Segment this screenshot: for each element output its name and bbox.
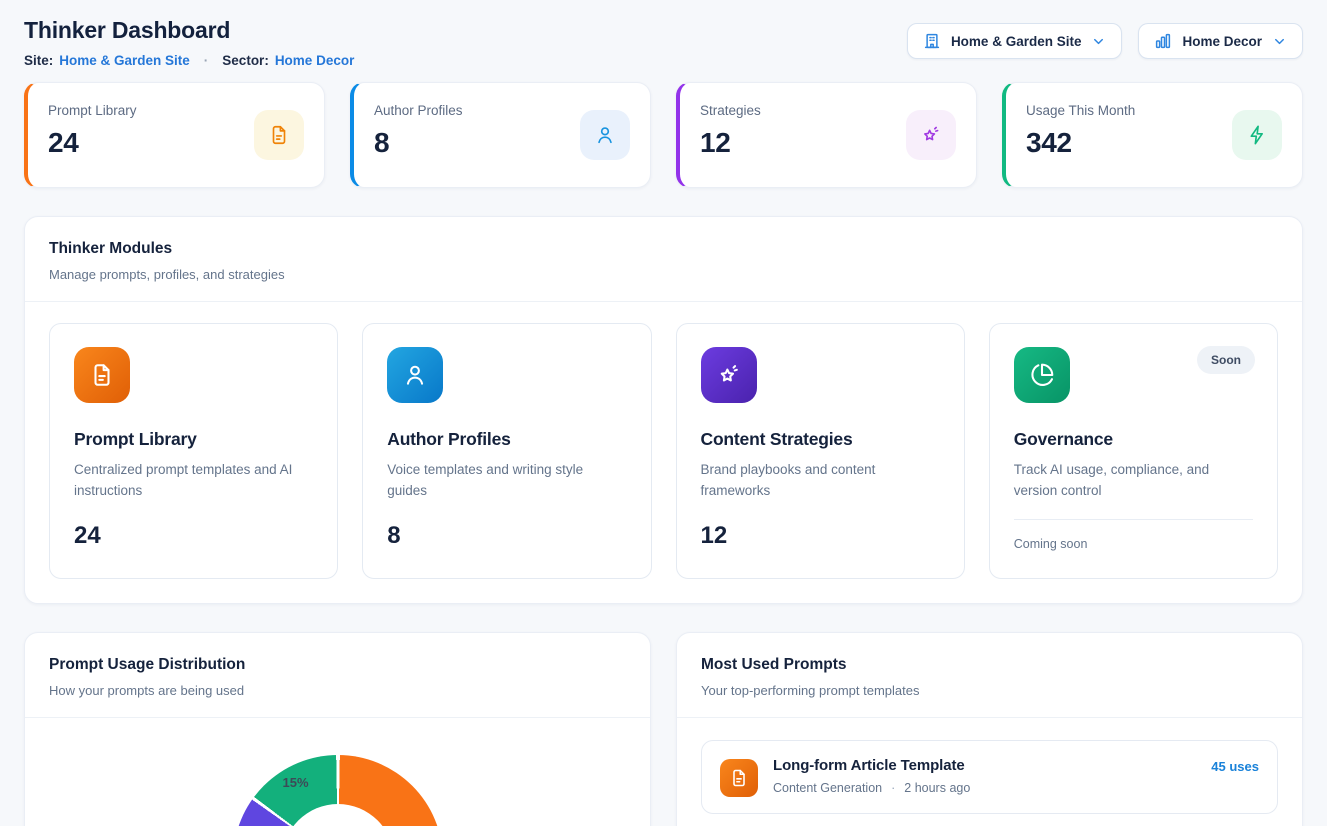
module-stat: 24	[74, 522, 313, 550]
coming-soon-text: Coming soon	[1014, 537, 1253, 551]
bar-chart-icon	[1154, 32, 1172, 50]
prompt-item-category: Content Generation	[773, 781, 882, 795]
site-label: Site:	[24, 53, 53, 68]
chevron-down-icon	[1272, 34, 1287, 49]
chevron-down-icon	[1091, 34, 1106, 49]
module-card-author-profiles[interactable]: Author Profiles Voice templates and writ…	[362, 323, 651, 579]
prompt-list-item[interactable]: Long-form Article Template Content Gener…	[701, 740, 1278, 814]
stat-card-prompt-library: Prompt Library 24	[24, 82, 325, 188]
module-title: Governance	[1014, 429, 1253, 450]
usage-card-title: Prompt Usage Distribution	[49, 656, 626, 674]
usage-card-subtitle: How your prompts are being used	[49, 683, 626, 698]
usage-donut: 15%	[233, 755, 443, 826]
prompt-item-uses: 45 uses	[1211, 759, 1259, 774]
module-title: Author Profiles	[387, 429, 626, 450]
prompts-card-title: Most Used Prompts	[701, 656, 1278, 674]
user-icon	[580, 110, 630, 160]
modules-panel-subtitle: Manage prompts, profiles, and strategies	[49, 267, 1278, 282]
module-description: Voice templates and writing style guides	[387, 460, 626, 502]
stat-card-author-profiles: Author Profiles 8	[350, 82, 651, 188]
thinker-modules-panel: Thinker Modules Manage prompts, profiles…	[24, 216, 1303, 604]
modules-panel-title: Thinker Modules	[49, 240, 1278, 258]
prompt-list: Long-form Article Template Content Gener…	[677, 718, 1302, 826]
document-icon	[720, 759, 758, 797]
prompts-card-subtitle: Your top-performing prompt templates	[701, 683, 1278, 698]
module-title: Content Strategies	[701, 429, 940, 450]
sector-dropdown[interactable]: Home Decor	[1138, 23, 1303, 59]
module-stat: 12	[701, 522, 940, 550]
building-icon	[923, 32, 941, 50]
module-description: Brand playbooks and content frameworks	[701, 460, 940, 502]
donut-hole	[282, 804, 394, 826]
sector-dropdown-label: Home Decor	[1182, 34, 1262, 49]
user-icon	[387, 347, 443, 403]
document-icon	[254, 110, 304, 160]
lightning-icon	[1232, 110, 1282, 160]
soon-badge: Soon	[1197, 346, 1255, 374]
modules-panel-head: Thinker Modules Manage prompts, profiles…	[25, 217, 1302, 301]
prompts-card-head: Most Used Prompts Your top-performing pr…	[677, 633, 1302, 717]
star-icon	[701, 347, 757, 403]
divider	[25, 717, 650, 718]
header-controls: Home & Garden Site Home Decor	[907, 23, 1303, 59]
module-card-prompt-library[interactable]: Prompt Library Centralized prompt templa…	[49, 323, 338, 579]
module-description: Centralized prompt templates and AI inst…	[74, 460, 313, 502]
stat-card-strategies: Strategies 12	[676, 82, 977, 188]
breadcrumb-dot: ·	[204, 53, 209, 68]
usage-distribution-card: Prompt Usage Distribution How your promp…	[24, 632, 651, 826]
module-stat: 8	[387, 522, 626, 550]
pie-chart-icon	[1014, 347, 1070, 403]
module-title: Prompt Library	[74, 429, 313, 450]
dashboard-page: Thinker Dashboard Site: Home & Garden Si…	[0, 0, 1327, 826]
page-title: Thinker Dashboard	[24, 17, 354, 44]
breadcrumb: Site: Home & Garden Site · Sector: Home …	[24, 53, 354, 68]
stat-card-usage: Usage This Month 342	[1002, 82, 1303, 188]
bottom-row: Prompt Usage Distribution How your promp…	[24, 632, 1303, 826]
prompt-item-time: 2 hours ago	[904, 781, 970, 795]
modules-row: Prompt Library Centralized prompt templa…	[25, 302, 1302, 603]
prompt-item-meta: Content Generation · 2 hours ago	[773, 781, 970, 795]
site-link[interactable]: Home & Garden Site	[59, 53, 190, 68]
star-icon	[906, 110, 956, 160]
sector-link[interactable]: Home Decor	[275, 53, 355, 68]
document-icon	[74, 347, 130, 403]
module-description: Track AI usage, compliance, and version …	[1014, 460, 1253, 502]
stats-row: Prompt Library 24 Author Profiles 8 Stra…	[24, 82, 1303, 188]
prompt-item-text: Long-form Article Template Content Gener…	[773, 757, 970, 795]
heading-block: Thinker Dashboard Site: Home & Garden Si…	[24, 17, 354, 68]
topbar: Thinker Dashboard Site: Home & Garden Si…	[24, 17, 1303, 68]
sector-label: Sector:	[222, 53, 269, 68]
site-dropdown-label: Home & Garden Site	[951, 34, 1082, 49]
usage-chart-area: 15%	[25, 755, 650, 826]
donut-segment-label: 15%	[273, 775, 319, 790]
usage-card-head: Prompt Usage Distribution How your promp…	[25, 633, 650, 717]
module-card-content-strategies[interactable]: Content Strategies Brand playbooks and c…	[676, 323, 965, 579]
divider	[1014, 519, 1253, 520]
prompt-item-title: Long-form Article Template	[773, 757, 970, 774]
most-used-prompts-card: Most Used Prompts Your top-performing pr…	[676, 632, 1303, 826]
module-card-governance[interactable]: Soon Governance Track AI usage, complian…	[989, 323, 1278, 579]
meta-dot: ·	[891, 781, 895, 795]
site-dropdown[interactable]: Home & Garden Site	[907, 23, 1123, 59]
